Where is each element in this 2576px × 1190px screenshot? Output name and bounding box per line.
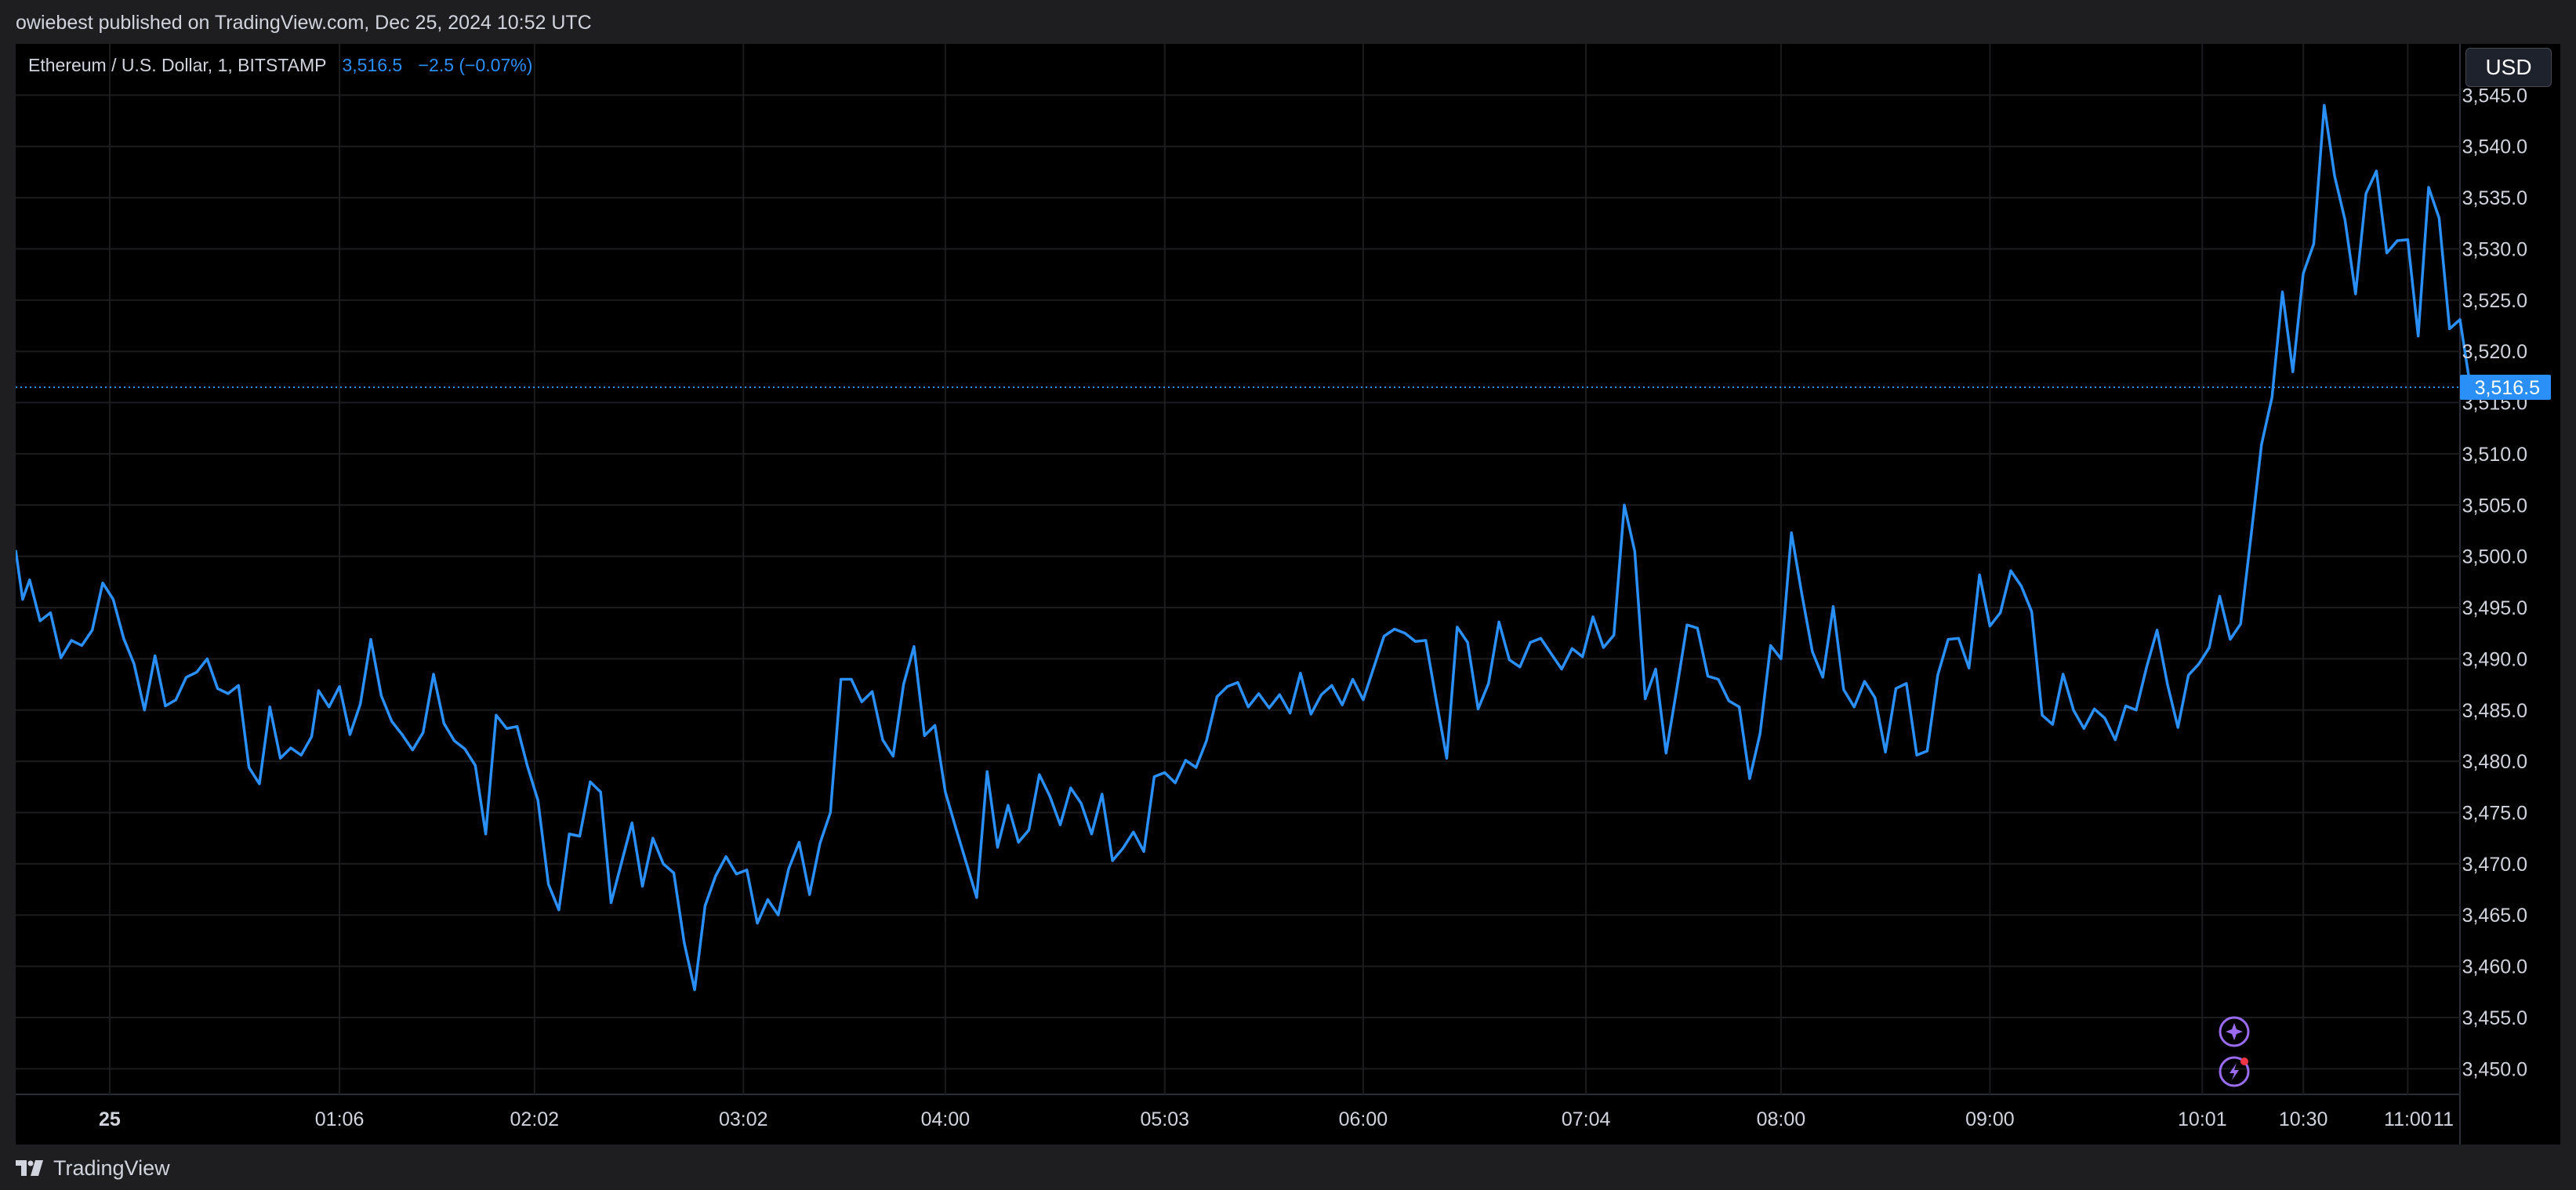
sparkle-icon[interactable] [2219, 1016, 2250, 1047]
y-tick-label: 3,490.0 [2462, 648, 2527, 670]
y-tick-label: 3,540.0 [2462, 136, 2527, 158]
y-tick-label: 3,520.0 [2462, 341, 2527, 363]
x-tick-label: 04:00 [921, 1108, 971, 1130]
y-tick-label: 3,505.0 [2462, 495, 2527, 517]
y-tick-label: 3,525.0 [2462, 290, 2527, 312]
tradingview-logo-icon [16, 1160, 43, 1176]
brand-name: TradingView [53, 1156, 170, 1180]
x-axis: 25 01:06 02:02 03:02 04:00 05:03 06:00 07:04 08:… [99, 1108, 2454, 1130]
x-tick-label: 05:03 [1140, 1108, 1189, 1130]
currency-button[interactable]: USD [2465, 48, 2552, 87]
price-change: −2.5 (−0.07%) [418, 55, 533, 75]
price-chart[interactable]: 3,450.0 3,455.0 3,460.0 3,465.0 3,470.0 3,475… [16, 44, 2560, 1145]
y-tick-label: 3,455.0 [2462, 1007, 2527, 1029]
last-price-badge-label: 3,516.5 [2475, 377, 2540, 399]
y-tick-label: 3,480.0 [2462, 751, 2527, 773]
chart-panel[interactable]: 3,450.0 3,455.0 3,460.0 3,465.0 3,470.0 3,475… [16, 44, 2560, 1145]
x-tick-label: 02:02 [510, 1108, 560, 1130]
x-tick-label: 11 [2433, 1108, 2454, 1130]
symbol-title: Ethereum / U.S. Dollar, 1, BITSTAMP [28, 55, 327, 75]
x-tick-label: 03:02 [719, 1108, 768, 1130]
top-bar: owiebest published on TradingView.com, D… [0, 0, 2576, 44]
y-tick-label: 3,470.0 [2462, 854, 2527, 876]
y-tick-label: 3,510.0 [2462, 444, 2527, 466]
y-tick-label: 3,485.0 [2462, 700, 2527, 722]
y-tick-label: 3,465.0 [2462, 905, 2527, 927]
publisher-caption: owiebest published on TradingView.com, D… [16, 12, 592, 34]
y-tick-label: 3,530.0 [2462, 238, 2527, 260]
y-tick-label: 3,535.0 [2462, 187, 2527, 209]
x-tick-label: 07:04 [1562, 1108, 1611, 1130]
footer-bar: TradingView [0, 1145, 2576, 1190]
y-axis: 3,450.0 3,455.0 3,460.0 3,465.0 3,470.0 3,475… [2462, 85, 2527, 1080]
x-tick-label: 08:00 [1757, 1108, 1806, 1130]
symbol-legend: Ethereum / U.S. Dollar, 1, BITSTAMP 3,51… [28, 55, 532, 76]
lightning-icon[interactable] [2219, 1056, 2250, 1087]
price-badge-layer: 3,516.5 [16, 374, 2551, 400]
y-tick-label: 3,475.0 [2462, 802, 2527, 824]
series-layer [16, 103, 2475, 992]
y-tick-label: 3,495.0 [2462, 597, 2527, 619]
x-tick-label: 10:30 [2279, 1108, 2328, 1130]
notification-dot [2240, 1058, 2248, 1065]
y-tick-label: 3,545.0 [2462, 85, 2527, 107]
x-tick-label: 10:01 [2178, 1108, 2227, 1130]
x-tick-label: 11:00 [2384, 1108, 2432, 1130]
x-tick-label: 09:00 [1965, 1108, 2015, 1130]
y-tick-label: 3,500.0 [2462, 546, 2527, 568]
last-price: 3,516.5 [342, 55, 403, 75]
y-tick-label: 3,460.0 [2462, 956, 2527, 978]
price-series-line[interactable] [16, 103, 2473, 992]
brand[interactable]: TradingView [16, 1156, 170, 1180]
x-tick-label: 01:06 [315, 1108, 365, 1130]
y-tick-label: 3,450.0 [2462, 1058, 2527, 1080]
grid-lines [16, 44, 2461, 1145]
x-tick-label: 25 [99, 1108, 121, 1130]
x-tick-label: 06:00 [1339, 1108, 1388, 1130]
